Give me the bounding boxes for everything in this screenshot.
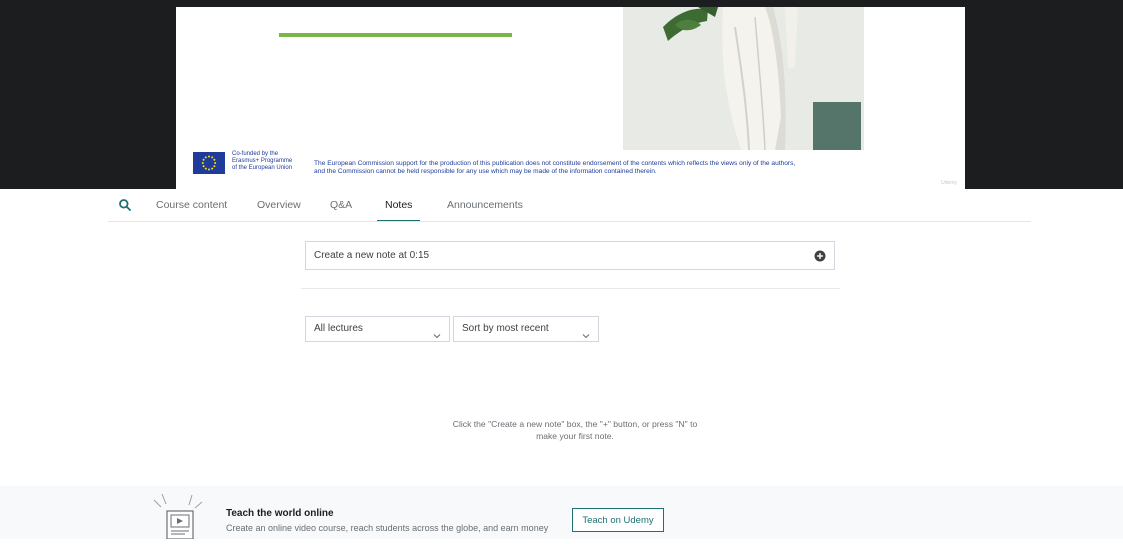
eu-flag-icon bbox=[193, 152, 225, 174]
empty-hint-line-2: make your first note. bbox=[536, 431, 614, 441]
teach-on-udemy-button[interactable]: Teach on Udemy bbox=[572, 508, 664, 532]
create-note-placeholder: Create a new note at 0:15 bbox=[314, 250, 430, 261]
create-note-input[interactable]: Create a new note at 0:15 bbox=[305, 241, 835, 270]
disclaimer-line-2: and the Commission cannot be held respon… bbox=[314, 168, 657, 176]
tab-notes[interactable]: Notes bbox=[376, 189, 422, 222]
add-note-plus-icon[interactable] bbox=[814, 249, 826, 262]
slide-footer: Co-funded by the Erasmus+ Programme of t… bbox=[176, 147, 965, 189]
lecture-filter-value: All lectures bbox=[314, 323, 363, 334]
video-watermark: Udemy bbox=[941, 180, 957, 186]
slide-accent-line bbox=[279, 33, 512, 37]
tabs-divider bbox=[108, 221, 1031, 222]
eu-cofunded-text: Co-funded by the Erasmus+ Programme of t… bbox=[232, 151, 302, 172]
eu-disclaimer: The European Commission support for the … bbox=[314, 160, 954, 177]
tab-qa[interactable]: Q&A bbox=[330, 189, 352, 222]
empty-hint-line-1: Click the "Create a new note" box, the "… bbox=[452, 419, 698, 429]
eu-line-1: Co-funded by the bbox=[232, 151, 279, 157]
disclaimer-line-1: The European Commission support for the … bbox=[314, 160, 796, 167]
sort-select[interactable]: Sort by most recent bbox=[453, 316, 599, 342]
notes-divider bbox=[301, 288, 840, 289]
eu-line-2: Erasmus+ Programme bbox=[232, 158, 293, 164]
teach-subtitle: Create an online video course, reach stu… bbox=[226, 523, 549, 533]
video-player[interactable]: Co-funded by the Erasmus+ Programme of t… bbox=[0, 0, 1123, 189]
tab-overview[interactable]: Overview bbox=[257, 189, 301, 222]
chevron-down-icon bbox=[433, 326, 441, 339]
slide-photo bbox=[623, 7, 864, 150]
tab-announcements[interactable]: Announcements bbox=[447, 189, 523, 222]
video-screen-icon bbox=[152, 493, 206, 540]
eu-line-3: of the European Union bbox=[232, 165, 293, 171]
teach-banner: Teach the world online Create an online … bbox=[0, 486, 1123, 540]
notes-empty-hint: Click the "Create a new note" box, the "… bbox=[400, 418, 750, 442]
lecture-filter-select[interactable]: All lectures bbox=[305, 316, 450, 342]
tab-course-content[interactable]: Course content bbox=[156, 189, 227, 222]
chevron-down-icon bbox=[582, 326, 590, 339]
teach-title: Teach the world online bbox=[226, 508, 334, 519]
search-icon[interactable] bbox=[118, 198, 132, 212]
sort-value: Sort by most recent bbox=[462, 323, 549, 334]
course-tabs: Course content Overview Q&A Notes Announ… bbox=[0, 189, 1123, 222]
lecture-slide: Co-funded by the Erasmus+ Programme of t… bbox=[176, 7, 965, 189]
